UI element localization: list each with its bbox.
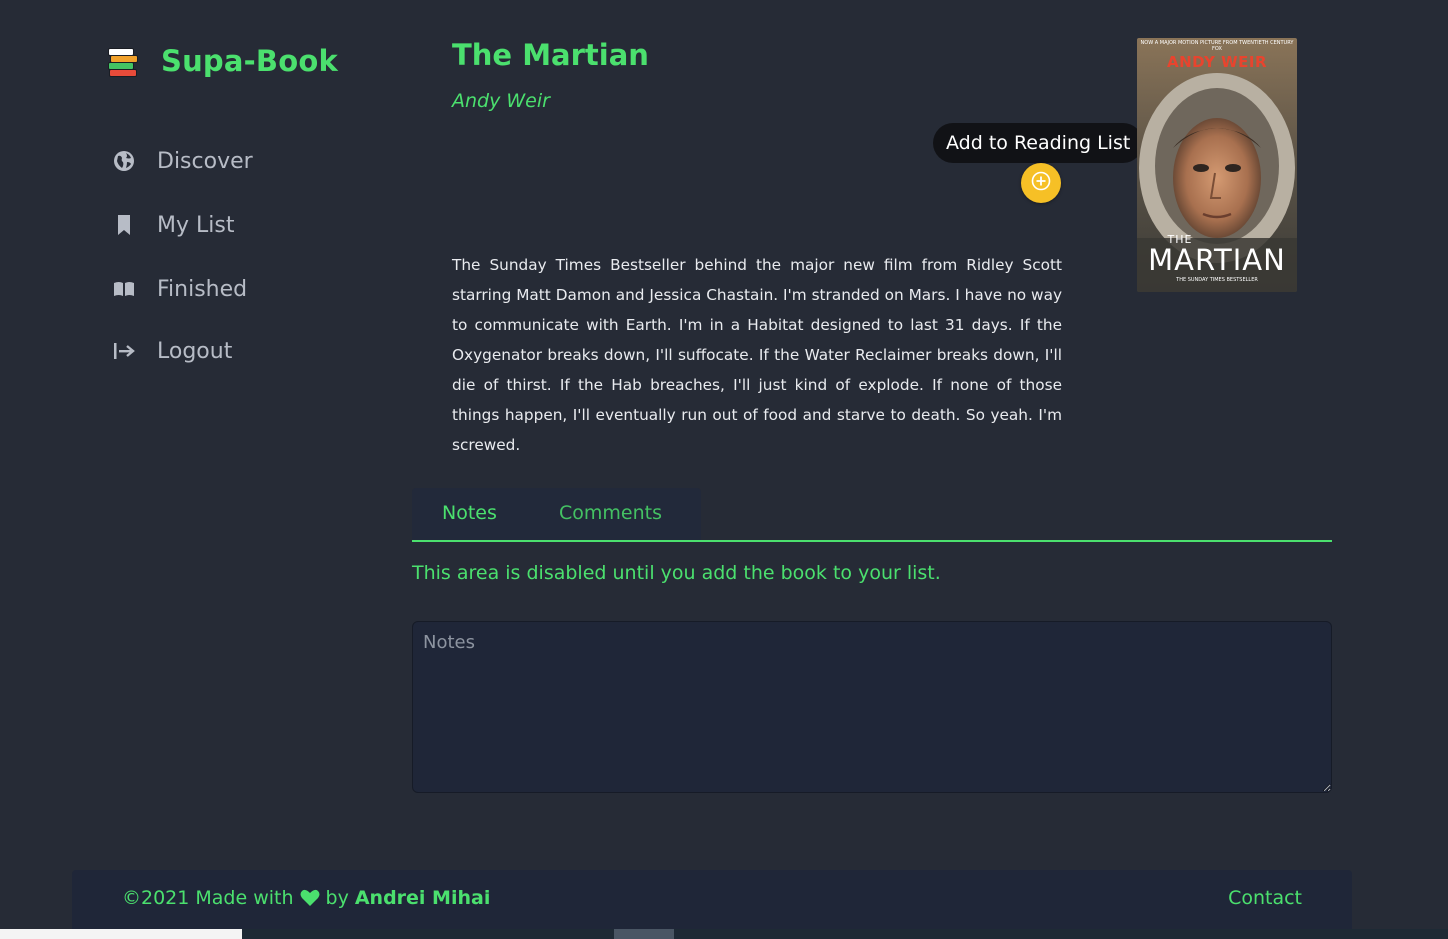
cover-author: ANDY WEIR [1166,53,1268,71]
book-description: The Sunday Times Bestseller behind the m… [452,256,1062,454]
footer-copyright: ©2021 Made with [122,887,294,909]
cover-title: MARTIAN [1148,243,1286,277]
book-title: The Martian [452,38,649,72]
contact-link[interactable]: Contact [1228,887,1302,909]
sidebar-item-label: My List [157,212,235,238]
footer-author[interactable]: Andrei Mihai [355,887,491,909]
sidebar-nav: Discover My List Finished Logout [112,140,253,394]
scrollbar-thumb[interactable] [614,929,674,939]
add-to-list-tooltip: Add to Reading List [933,123,1144,163]
add-to-list-button[interactable] [1021,163,1061,203]
sidebar-item-finished[interactable]: Finished [112,268,253,310]
footer-by: by [325,887,349,909]
sidebar-item-my-list[interactable]: My List [112,204,253,246]
notes-textarea[interactable] [412,621,1332,793]
horizontal-scrollbar[interactable] [242,929,1448,939]
book-cover: NOW A MAJOR MOTION PICTURE FROM TWENTIET… [1137,38,1297,292]
tab-bar: Notes Comments [412,488,1332,542]
globe-icon [112,149,136,173]
books-stack-icon [106,45,138,77]
book-author: Andy Weir [452,90,550,112]
brand-title: Supa-Book [161,44,338,78]
bookmark-icon [112,213,136,237]
plus-icon [1031,171,1051,195]
sidebar-item-logout[interactable]: Logout [112,330,253,372]
cover-tagline: NOW A MAJOR MOTION PICTURE FROM TWENTIET… [1140,40,1294,52]
cover-subtitle: THE SUNDAY TIMES BESTSELLER [1176,277,1258,283]
logout-icon [112,339,136,363]
brand[interactable]: Supa-Book [106,44,338,78]
open-book-icon [112,277,136,301]
sidebar-item-discover[interactable]: Discover [112,140,253,182]
sidebar-item-label: Finished [157,276,248,302]
disabled-message: This area is disabled until you add the … [412,562,941,584]
tab-notes[interactable]: Notes [442,488,497,540]
sidebar-item-label: Logout [157,338,233,364]
tab-comments[interactable]: Comments [559,488,662,540]
heart-icon [300,889,320,907]
bottom-strip [0,929,242,939]
footer-credits: ©2021 Made with by Andrei Mihai [122,887,490,909]
sidebar-item-label: Discover [157,148,253,174]
